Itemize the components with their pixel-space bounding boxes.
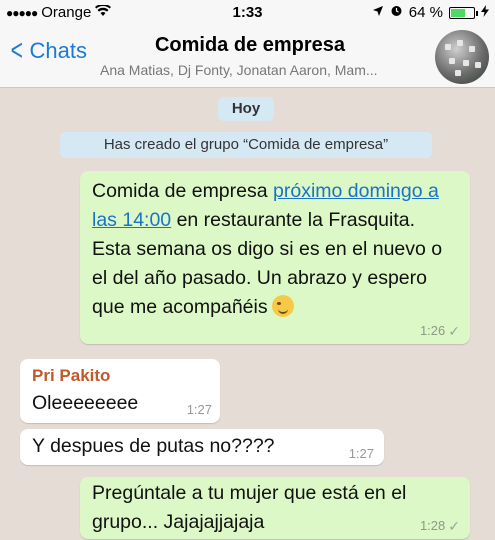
message-meta: 1:27 [187,403,212,417]
message-text: Y despues de putas no???? [32,435,275,457]
message-bubble-outgoing[interactable]: Comida de empresa próximo domingo a las … [80,171,470,344]
chat-area[interactable]: Hoy Has creado el grupo “Comida de empre… [0,89,495,540]
message-text: Pregúntale a tu mujer que está en el gru… [92,482,407,533]
message-text: Comida de empresa próximo domingo a las … [92,180,443,318]
message-time: 1:26 [419,323,446,338]
battery-level [451,8,466,17]
status-bar: ●●●●● Orange 1:33 64 % [0,0,495,26]
battery-percent: 64 % [408,4,443,21]
chat-header: < Chats Comida de empresa Ana Matias, Dj… [0,26,495,88]
message-time: 1:28 [419,518,446,533]
group-title[interactable]: Comida de empresa [95,34,405,57]
message-meta: 1:27 [349,447,374,461]
message-meta: 1:26 ✓ [419,323,460,339]
smiling-wink-emoji-icon [271,295,294,317]
chevron-left-icon: < [10,34,23,67]
sent-check-icon: ✓ [448,323,460,339]
message-time: 1:27 [186,402,212,417]
group-members[interactable]: Ana Matias, Dj Fonty, Jonatan Aaron, Mam… [100,62,430,78]
message-text: Oleeeeeeee [32,392,139,414]
sender-name[interactable]: Pri Pakito [32,363,208,389]
status-right: 64 % [372,4,489,21]
sent-check-icon: ✓ [448,518,460,534]
back-button[interactable]: < Chats [8,34,88,67]
date-separator: Hoy [218,97,274,121]
back-label: Chats [29,38,88,63]
location-arrow-icon [372,4,384,21]
alarm-clock-icon [390,4,403,21]
group-avatar[interactable] [435,30,489,84]
message-bubble-outgoing[interactable]: Pregúntale a tu mujer que está en el gru… [80,477,470,539]
message-time: 1:27 [348,446,374,461]
message-bubble-incoming[interactable]: Pri Pakito Oleeeeeeee 1:27 [20,359,220,423]
charging-bolt-icon [481,4,489,21]
battery-icon [449,6,478,19]
message-meta: 1:28 ✓ [419,518,460,534]
system-message: Has creado el grupo “Comida de empresa” [60,132,432,158]
message-bubble-incoming[interactable]: Y despues de putas no???? 1:27 [20,429,384,465]
